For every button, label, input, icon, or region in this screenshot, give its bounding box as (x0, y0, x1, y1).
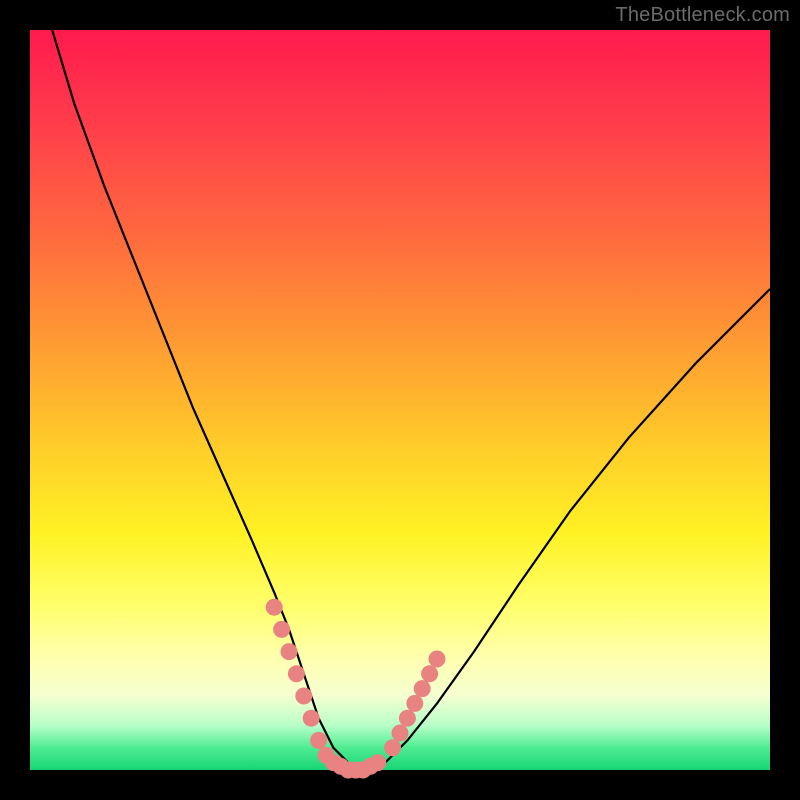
plot-area (30, 30, 770, 770)
highlight-dot (421, 665, 438, 682)
highlight-dot (281, 643, 298, 660)
bottleneck-curve-path (52, 30, 770, 770)
highlight-dot (266, 599, 283, 616)
watermark-text: TheBottleneck.com (615, 4, 790, 27)
curve-layer (30, 30, 770, 770)
highlight-dots (266, 599, 446, 779)
highlight-dot (310, 732, 327, 749)
chart-frame: TheBottleneck.com (0, 0, 800, 800)
highlight-dot (295, 688, 312, 705)
highlight-dot (288, 665, 305, 682)
highlight-dot (399, 710, 416, 727)
highlight-dot (273, 621, 290, 638)
highlight-dot (392, 725, 409, 742)
highlight-dot (303, 710, 320, 727)
highlight-dot (384, 739, 401, 756)
highlight-dot (414, 680, 431, 697)
highlight-dot (406, 695, 423, 712)
bottleneck-curve (52, 30, 770, 770)
highlight-dot (369, 754, 386, 771)
highlight-dot (429, 651, 446, 668)
